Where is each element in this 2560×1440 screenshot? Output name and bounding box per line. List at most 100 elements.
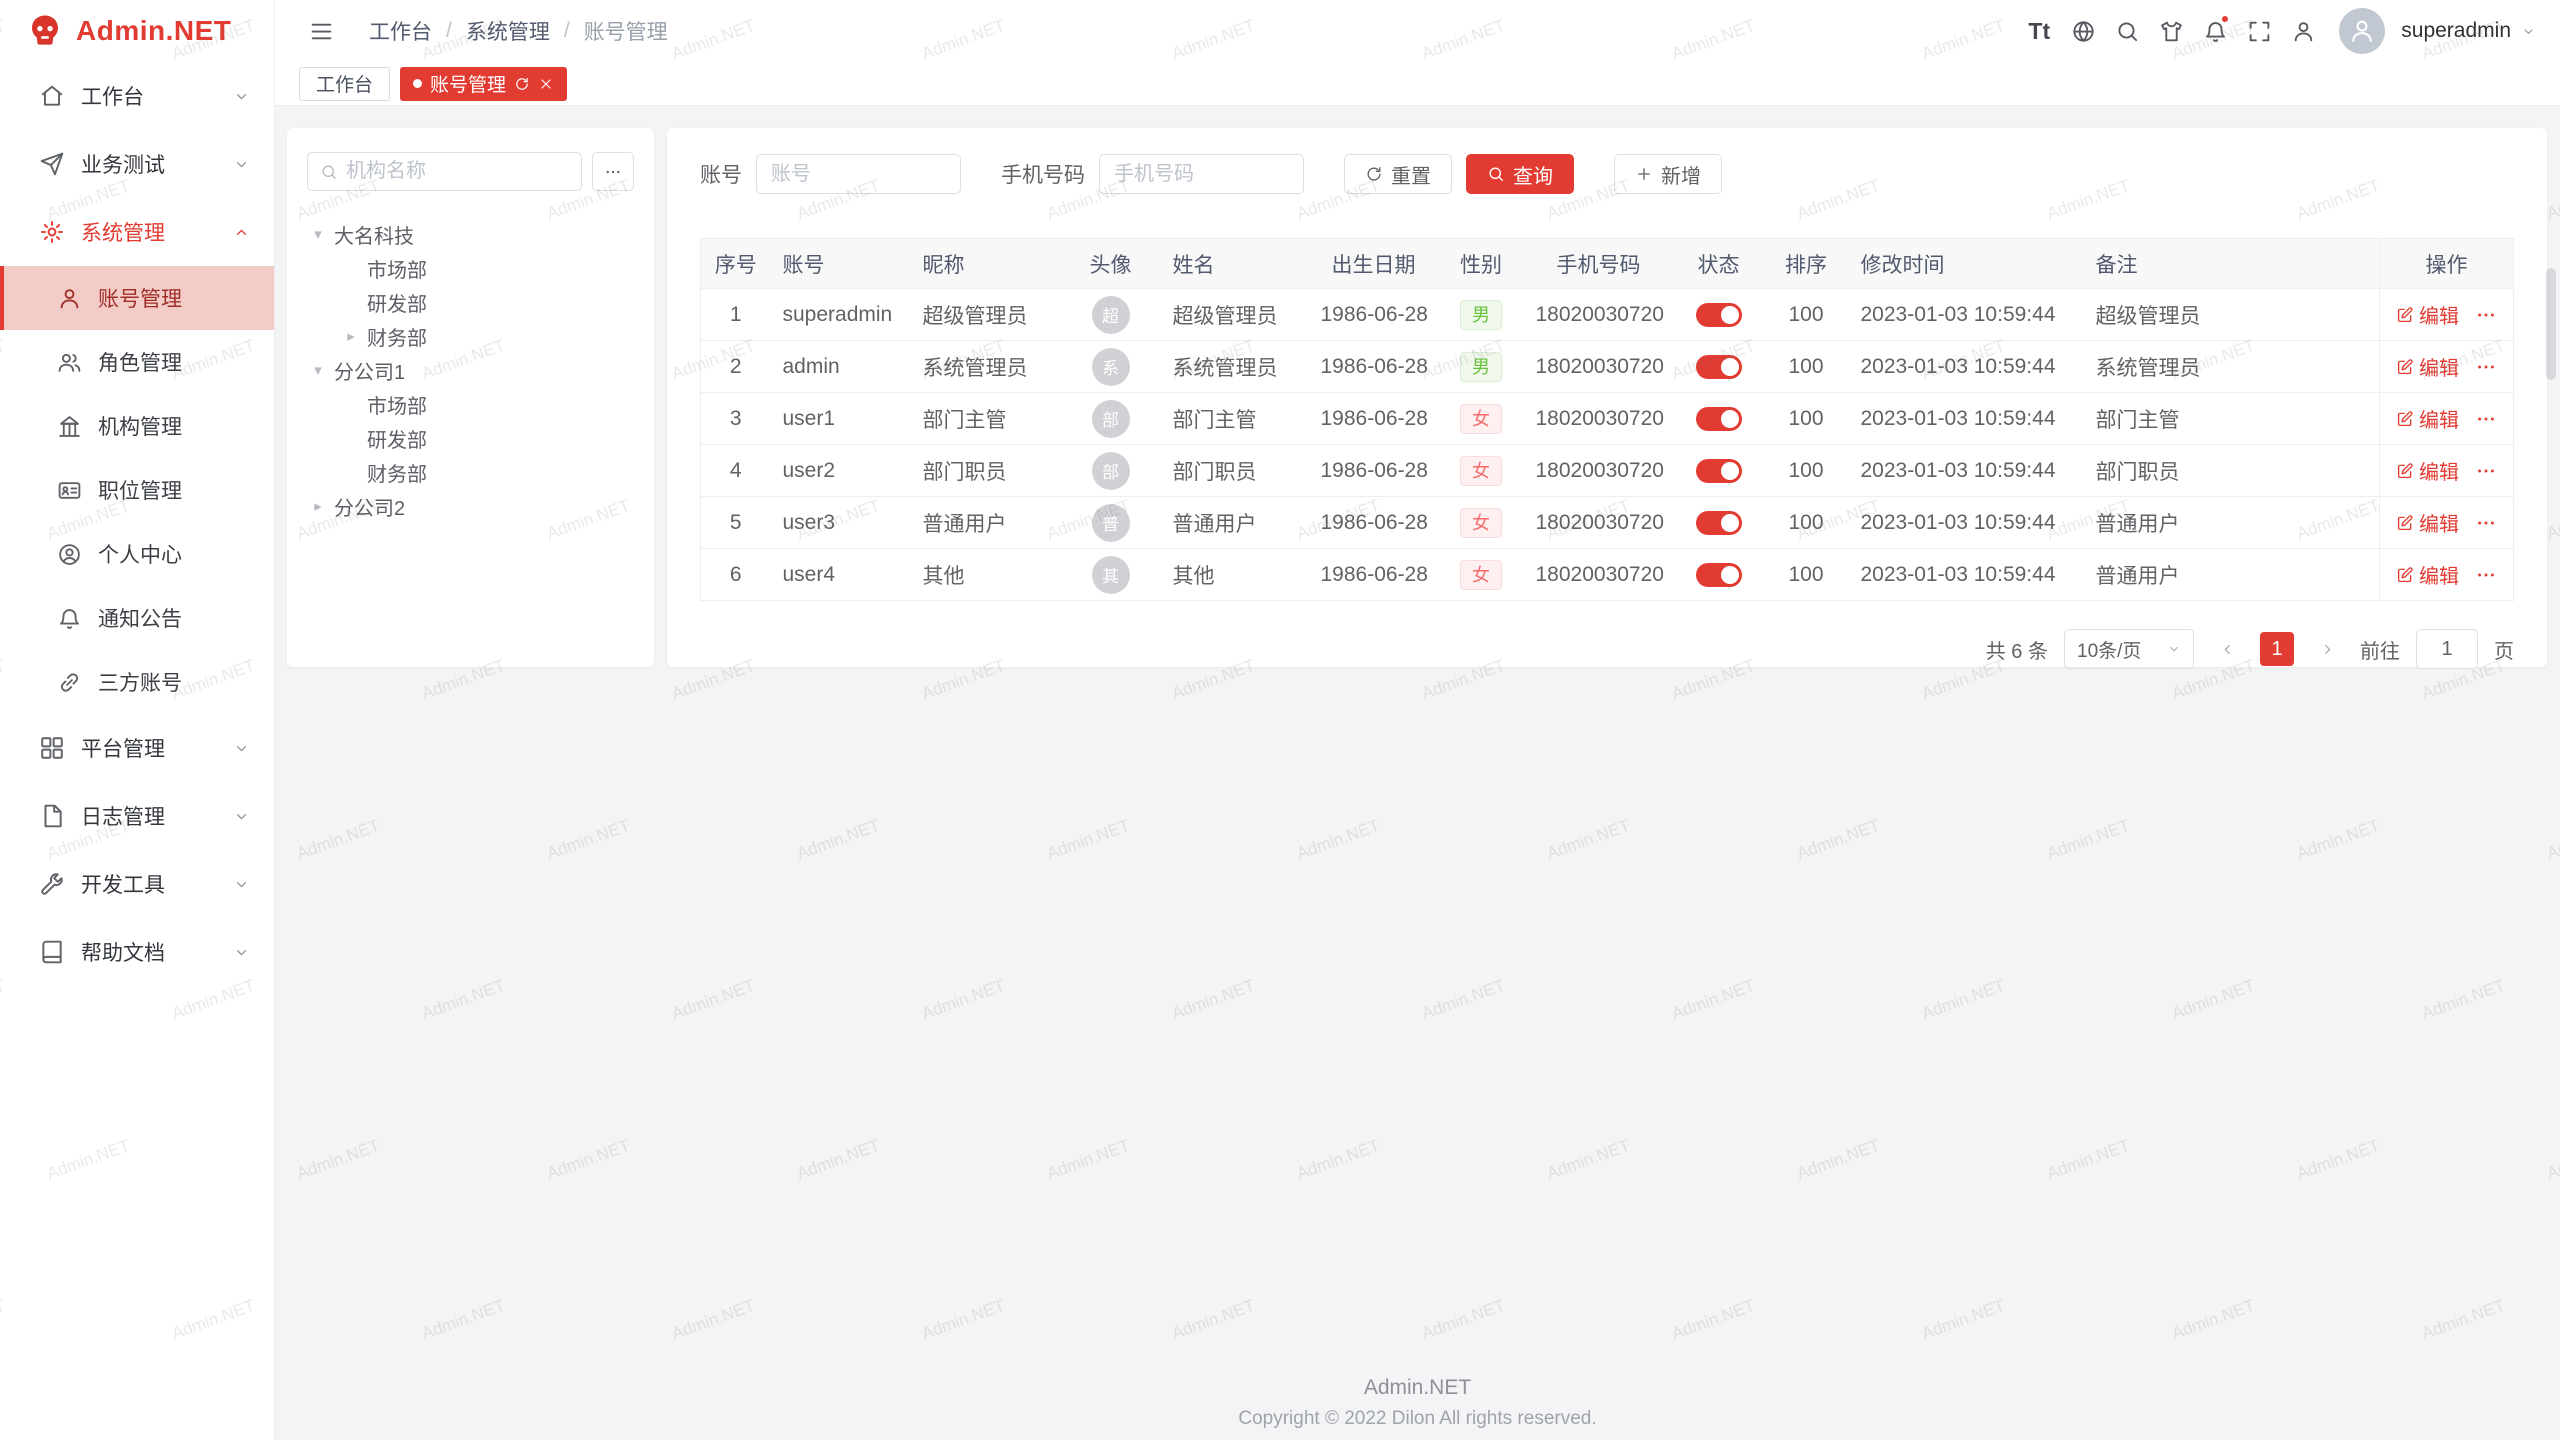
cell-nickname: 部门主管 xyxy=(911,393,1061,445)
tree-node[interactable]: 研发部 xyxy=(307,421,634,455)
user-icon[interactable] xyxy=(2281,9,2325,53)
logo[interactable]: Admin.NET xyxy=(0,0,274,62)
tree-node[interactable]: ▸ 财务部 xyxy=(307,319,634,353)
sidebar-item-system-mgmt[interactable]: 系统管理 xyxy=(0,198,274,266)
phone-label: 手机号码 xyxy=(1001,159,1085,189)
sidebar-item-log-mgmt[interactable]: 日志管理 xyxy=(0,782,274,850)
status-toggle[interactable] xyxy=(1696,563,1742,587)
sidebar-item-business-test[interactable]: 业务测试 xyxy=(0,130,274,198)
grid-icon xyxy=(39,735,65,761)
tree-node[interactable]: ▾分公司1 xyxy=(307,353,634,387)
cell-name: 其他 xyxy=(1161,549,1309,601)
cell-status xyxy=(1674,289,1764,341)
goto-page-input[interactable] xyxy=(2416,629,2478,669)
chevron-down-icon[interactable] xyxy=(2521,24,2536,39)
edit-button[interactable]: 编辑 xyxy=(2396,560,2459,589)
tree-node[interactable]: ▸分公司2 xyxy=(307,489,634,523)
breadcrumb-item[interactable]: 系统管理 xyxy=(466,16,550,46)
tree-caret-down-icon[interactable]: ▾ xyxy=(307,361,329,379)
gender-tag: 女 xyxy=(1460,560,1502,590)
cell-account: user3 xyxy=(771,497,911,549)
tree-node[interactable]: 市场部 xyxy=(307,251,634,285)
next-page-button[interactable] xyxy=(2310,632,2344,666)
cell-modified-time: 2023-01-03 10:59:44 xyxy=(1849,341,2084,393)
fullscreen-icon[interactable] xyxy=(2237,9,2281,53)
sidebar-item-label: 业务测试 xyxy=(81,149,233,179)
page-size-select[interactable]: 10条/页 xyxy=(2064,629,2194,669)
more-actions-button[interactable] xyxy=(2475,356,2497,378)
more-actions-button[interactable] xyxy=(2475,408,2497,430)
hamburger-menu-icon[interactable] xyxy=(299,9,343,53)
tab-workbench[interactable]: 工作台 xyxy=(299,67,390,101)
sidebar-subitem-org-mgmt[interactable]: 机构管理 xyxy=(0,394,274,458)
tree-node[interactable]: 财务部 xyxy=(307,455,634,489)
sidebar-subitem-profile-center[interactable]: 个人中心 xyxy=(0,522,274,586)
search-icon[interactable] xyxy=(2105,9,2149,53)
add-button[interactable]: 新增 xyxy=(1614,154,1722,194)
edit-button[interactable]: 编辑 xyxy=(2396,508,2459,537)
sidebar-subitem-label: 通知公告 xyxy=(98,603,250,633)
edit-button[interactable]: 编辑 xyxy=(2396,352,2459,381)
column-header-gender: 性别 xyxy=(1439,239,1524,289)
more-actions-button[interactable] xyxy=(2475,460,2497,482)
prev-page-button[interactable] xyxy=(2210,632,2244,666)
tree-node[interactable]: 研发部 xyxy=(307,285,634,319)
tree-caret-right-icon[interactable]: ▸ xyxy=(340,327,362,345)
theme-icon[interactable] xyxy=(2149,9,2193,53)
sidebar-subitem-account-mgmt[interactable]: 账号管理 xyxy=(0,266,274,330)
sidebar-item-workbench[interactable]: 工作台 xyxy=(0,62,274,130)
font-size-icon[interactable]: Tt xyxy=(2017,9,2061,53)
cell-remark: 普通用户 xyxy=(2084,497,2380,549)
edit-button[interactable]: 编辑 xyxy=(2396,404,2459,433)
sidebar-subitem-label: 机构管理 xyxy=(98,411,250,441)
tree-caret-right-icon[interactable]: ▸ xyxy=(307,497,329,515)
avatar: 部 xyxy=(1092,400,1130,438)
cell-modified-time: 2023-01-03 10:59:44 xyxy=(1849,497,2084,549)
sidebar-subitem-third-account[interactable]: 三方账号 xyxy=(0,650,274,714)
status-toggle[interactable] xyxy=(1696,303,1742,327)
chevron-down-icon xyxy=(233,876,250,893)
sidebar-subitem-post-mgmt[interactable]: 职位管理 xyxy=(0,458,274,522)
edit-button[interactable]: 编辑 xyxy=(2396,456,2459,485)
tree-node[interactable]: 市场部 xyxy=(307,387,634,421)
cell-account: superadmin xyxy=(771,289,911,341)
reset-button[interactable]: 重置 xyxy=(1344,154,1452,194)
notifications-icon[interactable] xyxy=(2193,9,2237,53)
org-search-input[interactable] xyxy=(346,160,569,183)
cell-modified-time: 2023-01-03 10:59:44 xyxy=(1849,549,2084,601)
more-actions-button[interactable] xyxy=(2475,512,2497,534)
status-toggle[interactable] xyxy=(1696,407,1742,431)
scrollbar[interactable] xyxy=(2546,268,2556,380)
org-more-button[interactable] xyxy=(592,152,634,191)
status-toggle[interactable] xyxy=(1696,511,1742,535)
sidebar-subitem-role-mgmt[interactable]: 角色管理 xyxy=(0,330,274,394)
status-toggle[interactable] xyxy=(1696,355,1742,379)
tab-account-mgmt[interactable]: 账号管理 xyxy=(400,67,567,101)
tab-close-icon[interactable] xyxy=(538,76,554,92)
account-input[interactable] xyxy=(756,154,961,194)
status-toggle[interactable] xyxy=(1696,459,1742,483)
more-actions-button[interactable] xyxy=(2475,564,2497,586)
phone-input[interactable] xyxy=(1099,154,1304,194)
username[interactable]: superadmin xyxy=(2401,19,2511,43)
sidebar-item-dev-tools[interactable]: 开发工具 xyxy=(0,850,274,918)
cell-status xyxy=(1674,549,1764,601)
language-globe-icon[interactable] xyxy=(2061,9,2105,53)
tab-refresh-icon[interactable] xyxy=(514,76,530,92)
more-actions-button[interactable] xyxy=(2475,304,2497,326)
edit-button[interactable]: 编辑 xyxy=(2396,300,2459,329)
search-button[interactable]: 查询 xyxy=(1466,154,1574,194)
sidebar-menu: 工作台业务测试系统管理账号管理角色管理机构管理职位管理个人中心通知公告三方账号平… xyxy=(0,62,274,986)
breadcrumb-item[interactable]: 账号管理 xyxy=(584,16,668,46)
breadcrumb-item[interactable]: 工作台 xyxy=(369,16,432,46)
tree-node-label: 财务部 xyxy=(367,322,427,351)
tree-caret-down-icon[interactable]: ▾ xyxy=(307,225,329,243)
avatar[interactable] xyxy=(2339,8,2385,54)
current-page[interactable]: 1 xyxy=(2260,632,2294,666)
sidebar-subitem-notice[interactable]: 通知公告 xyxy=(0,586,274,650)
sidebar-item-help-docs[interactable]: 帮助文档 xyxy=(0,918,274,986)
sidebar-item-platform-mgmt[interactable]: 平台管理 xyxy=(0,714,274,782)
cell-status xyxy=(1674,497,1764,549)
cell-avatar: 部 xyxy=(1061,393,1161,445)
tree-node[interactable]: ▾大名科技 xyxy=(307,217,634,251)
